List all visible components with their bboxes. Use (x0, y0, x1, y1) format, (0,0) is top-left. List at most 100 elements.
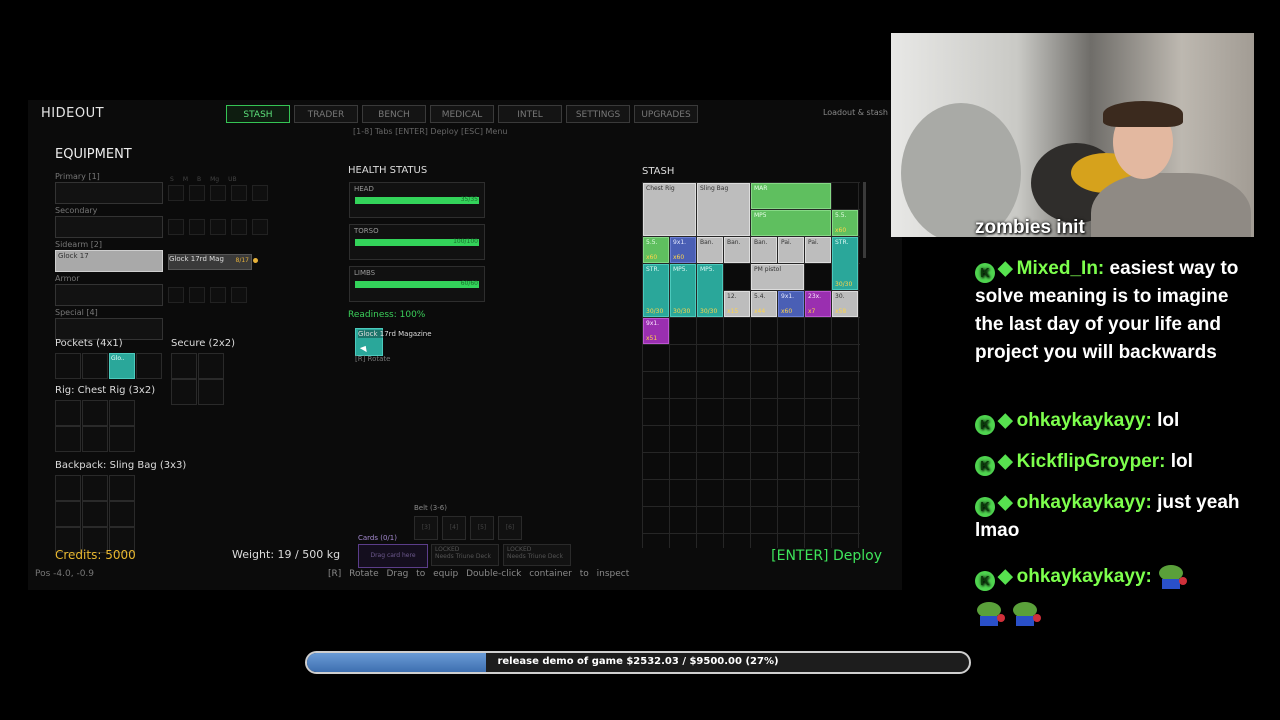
stash-item[interactable]: Ban. (697, 237, 723, 263)
stash-item[interactable]: MP5 (751, 210, 831, 236)
tab-bench[interactable]: BENCH (362, 105, 426, 123)
stash-item[interactable]: 9x1. x60 (670, 237, 696, 263)
tab-stash[interactable]: STASH (226, 105, 290, 123)
mod-slot[interactable] (189, 219, 205, 235)
health-part-name: LIMBS (354, 269, 376, 277)
armor-mods (168, 287, 247, 303)
stash-item-label: STR. (646, 266, 660, 273)
secure-cell[interactable] (171, 353, 197, 379)
chat-text: easiest way to solve meaning is to imagi… (975, 258, 1239, 363)
chat-username: ohkaykaykayy: (1016, 492, 1152, 513)
stash-item[interactable]: MP5. 30/30 (670, 264, 696, 317)
pocket-cell[interactable] (82, 353, 108, 379)
mod-slot[interactable] (210, 219, 226, 235)
mod-slot[interactable] (168, 185, 184, 201)
secure-cell[interactable] (198, 379, 224, 405)
card-drop-zone[interactable]: Drag card here (358, 544, 428, 568)
stash-item[interactable]: MAR (751, 183, 831, 209)
belt-slot[interactable]: [4] (442, 516, 466, 540)
chat-username: KickflipGroyper: (1016, 451, 1166, 472)
stash-item-label: MAR (754, 185, 768, 192)
stash-item[interactable]: Sling Bag (697, 183, 750, 236)
rig-cell[interactable] (82, 426, 108, 452)
armor-slot[interactable] (55, 284, 163, 306)
backpack-cell[interactable] (109, 501, 135, 527)
mod-slot[interactable] (231, 219, 247, 235)
tab-intel[interactable]: INTEL (498, 105, 562, 123)
mod-slot[interactable] (189, 185, 205, 201)
mod-slot[interactable] (231, 185, 247, 201)
mod-slot[interactable] (231, 287, 247, 303)
belt-slot[interactable]: [6] (498, 516, 522, 540)
secure-cell[interactable] (198, 353, 224, 379)
tab-settings[interactable]: SETTINGS (566, 105, 630, 123)
stash-item[interactable]: STR. 30/30 (832, 237, 858, 290)
backpack-cell[interactable] (55, 501, 81, 527)
stash-item[interactable]: 5.5. x60 (643, 237, 669, 263)
stash-item[interactable]: PM pistol (751, 264, 804, 290)
stash-item-count: x7 (808, 308, 816, 315)
mod-slot[interactable] (168, 287, 184, 303)
stash-item-label: MP5. (673, 266, 688, 273)
backpack-label: Backpack: Sling Bag (3x3) (55, 460, 187, 471)
stash-item-label: 5.5. (835, 212, 847, 219)
secondary-mods (168, 219, 268, 235)
rig-cell[interactable] (55, 426, 81, 452)
pocket-cell[interactable] (136, 353, 162, 379)
stash-item[interactable]: 5.5. x60 (832, 210, 858, 236)
belt-slot[interactable]: [5] (470, 516, 494, 540)
mod-slot[interactable] (210, 287, 226, 303)
rig-cell[interactable] (55, 400, 81, 426)
secondary-slot[interactable] (55, 216, 163, 238)
secure-cell[interactable] (171, 379, 197, 405)
backpack-cell[interactable] (82, 501, 108, 527)
stash-item[interactable]: Ban. (724, 237, 750, 263)
stash-item[interactable]: 23x. x7 (805, 291, 831, 317)
belt-slot[interactable]: [3] (414, 516, 438, 540)
stash-item[interactable]: Pai. (778, 237, 804, 263)
tab-upgrades[interactable]: UPGRADES (634, 105, 698, 123)
stash-item[interactable]: MP5. 30/30 (697, 264, 723, 317)
stash-scrollbar[interactable] (863, 182, 866, 258)
mod-slot[interactable] (168, 219, 184, 235)
weight: Weight: 19 / 500 kg (232, 548, 341, 561)
stash-item-count: x60 (835, 227, 847, 234)
special-label: Special [4] (55, 308, 98, 317)
ammo-dot-icon (253, 258, 258, 263)
primary-slot[interactable] (55, 182, 163, 204)
stash-item[interactable]: Pai. (805, 237, 831, 263)
held-item-label: Glock 17rd Magazine (358, 330, 432, 338)
stash-item[interactable]: Chest Rig (643, 183, 696, 236)
mod-slot[interactable] (252, 219, 268, 235)
stash-item-count: x15 (727, 308, 739, 315)
sidearm-slot[interactable]: Glock 17 (55, 250, 163, 272)
stash-item[interactable]: STR. 30/30 (643, 264, 669, 317)
mod-slot[interactable] (252, 185, 268, 201)
rig-cell[interactable] (82, 400, 108, 426)
deploy-button[interactable]: [ENTER] Deploy (771, 548, 882, 564)
backpack-cell[interactable] (109, 475, 135, 501)
tab-trader[interactable]: TRADER (294, 105, 358, 123)
stash-item[interactable]: 12. x15 (724, 291, 750, 317)
pocket-cell[interactable] (55, 353, 81, 379)
rig-cell[interactable] (109, 426, 135, 452)
stash-item[interactable]: 9x1. x60 (778, 291, 804, 317)
special-slot[interactable] (55, 318, 163, 340)
locked-sub: Needs Triune Deck (435, 553, 491, 560)
stash-item[interactable]: 5.4. x44 (751, 291, 777, 317)
stash-item[interactable]: 30. x58 (832, 291, 858, 317)
stash-item-count: x44 (754, 308, 766, 315)
mod-label: UB (228, 176, 237, 183)
rig-cell[interactable] (109, 400, 135, 426)
backpack-cell[interactable] (82, 475, 108, 501)
sidearm-mag-slot[interactable]: Glock 17rd Mag 8/17 (168, 254, 252, 270)
mod-slot[interactable] (189, 287, 205, 303)
backpack-cell[interactable] (55, 475, 81, 501)
stash-item-label: Ban. (754, 239, 768, 246)
stash-item[interactable]: 9x1. x51 (643, 318, 669, 344)
stash-item-label: 5.5. (646, 239, 658, 246)
stash-item[interactable]: Ban. (751, 237, 777, 263)
mod-slot[interactable] (210, 185, 226, 201)
pocket-item[interactable]: Glo.. (109, 353, 135, 379)
tab-medical[interactable]: MEDICAL (430, 105, 494, 123)
